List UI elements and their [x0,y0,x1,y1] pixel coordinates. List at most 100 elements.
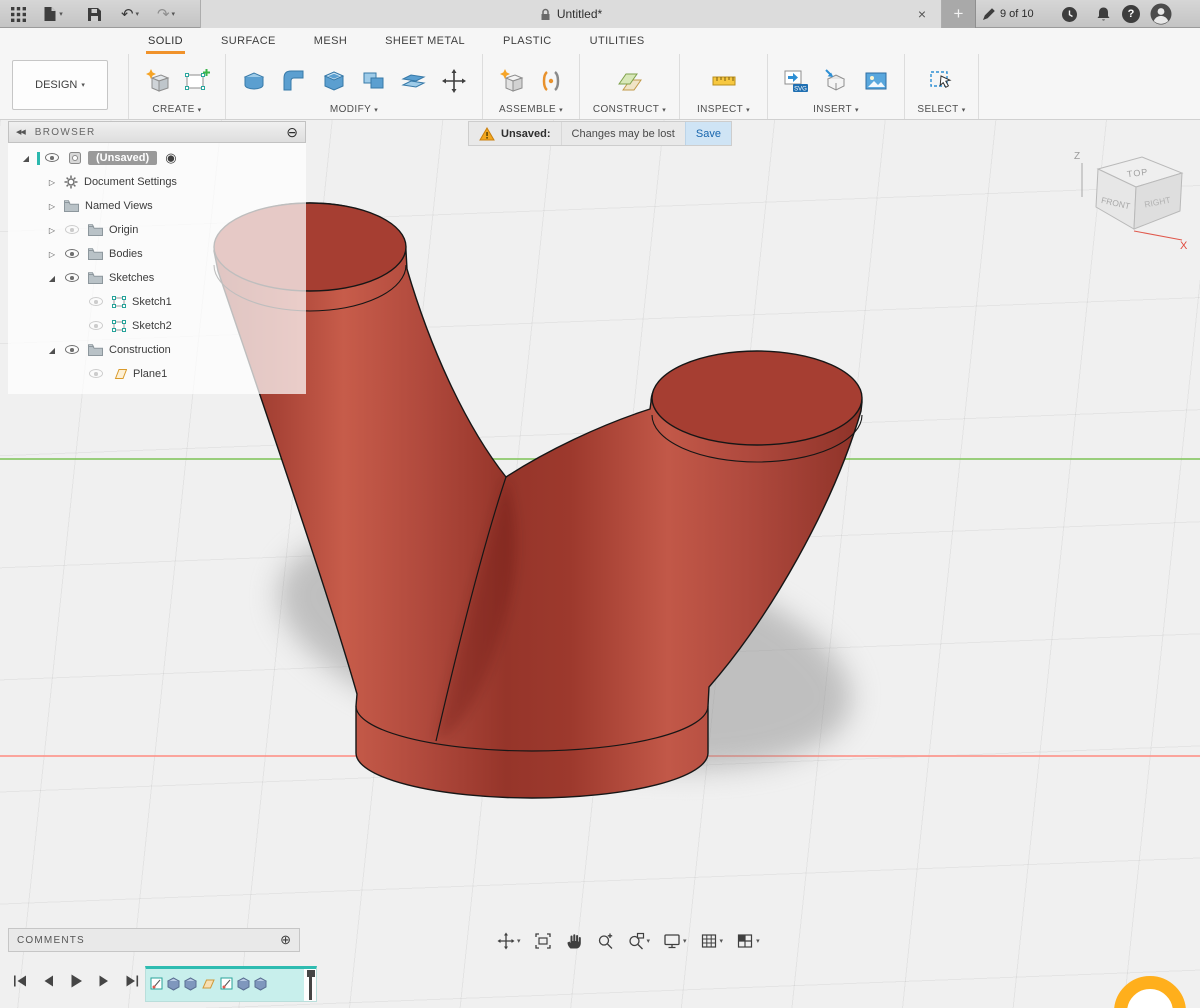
version-counter[interactable]: 9 of 10 [982,0,1034,28]
measure-button[interactable] [708,65,740,97]
job-status-button[interactable] [1056,0,1082,28]
view-cube-graphic[interactable]: Z TOP FRONT RIGHT X [1070,145,1194,253]
activate-component-radio[interactable]: ◉ [165,150,176,166]
construct-group-menu[interactable]: CONSTRUCT [592,104,667,119]
expander-collapsed-icon[interactable]: ▷ [44,178,60,187]
timeline-feature-extrude[interactable] [184,976,197,991]
expander-collapsed-icon[interactable]: ▷ [44,202,60,211]
app-grid-button[interactable] [6,0,30,28]
zoom-button[interactable] [596,932,614,950]
visibility-eye-icon[interactable] [44,152,60,164]
browser-item-document-settings[interactable]: ▷Document Settings [8,170,306,194]
tab-solid[interactable]: SOLID [146,30,185,54]
view-cube[interactable]: Z TOP FRONT RIGHT X [1070,145,1194,253]
browser-item-named-views[interactable]: ▷Named Views [8,194,306,218]
timeline-feature-sketch[interactable] [220,976,233,991]
visibility-eye-icon[interactable] [88,368,104,380]
assemble-group-menu[interactable]: ASSEMBLE [495,104,567,119]
step-forward-button[interactable] [97,974,111,993]
grid-snap-button[interactable] [700,932,724,950]
visibility-eye-icon[interactable] [88,296,104,308]
canvas-button[interactable] [860,65,892,97]
select-button[interactable] [926,65,958,97]
timeline-strip[interactable] [145,966,317,1002]
tool-group-select: SELECT [905,54,979,119]
comments-panel-bar[interactable]: COMMENTS ⊕ [8,928,300,952]
move-copy-button[interactable] [438,65,470,97]
right-cap-face[interactable] [652,351,862,445]
expander-collapsed-icon[interactable]: ▷ [44,250,60,259]
browser-item-sketch1[interactable]: Sketch1 [8,290,306,314]
new-component-button[interactable] [495,65,527,97]
step-back-button[interactable] [41,974,55,993]
create-sketch-button[interactable] [181,65,213,97]
browser-root-item[interactable]: ◢ (Unsaved) ◉ [8,146,306,170]
tab-sheet-metal[interactable]: SHEET METAL [383,30,467,54]
pan-button[interactable] [565,932,583,950]
help-button[interactable]: ? [1122,5,1140,23]
new-document-tab-button[interactable]: + [942,0,976,28]
browser-item-sketches[interactable]: ◢Sketches [8,266,306,290]
insert-mesh-button[interactable] [820,65,852,97]
create-solid-button[interactable] [141,65,173,97]
combine-button[interactable] [358,65,390,97]
construction-plane-button[interactable] [614,65,646,97]
browser-item-origin[interactable]: ▷Origin [8,218,306,242]
inspect-group-menu[interactable]: INSPECT [692,104,755,119]
fillet-button[interactable] [278,65,310,97]
play-button[interactable] [68,973,84,994]
zoom-window-button[interactable] [627,932,651,950]
expander-expanded-icon[interactable]: ◢ [44,274,60,283]
timeline-position-marker[interactable] [309,970,312,1000]
orbit-button[interactable] [497,932,521,950]
document-tab[interactable]: Untitled* × [200,0,942,28]
expander-expanded-icon[interactable]: ◢ [18,154,34,163]
minimize-browser-button[interactable]: ⊖ [286,125,298,139]
notifications-button[interactable] [1090,0,1116,28]
timeline-feature-sketch[interactable] [150,976,163,991]
visibility-eye-icon[interactable] [64,272,80,284]
joint-button[interactable] [535,65,567,97]
insert-svg-button[interactable]: SVG [780,65,812,97]
visibility-eye-icon[interactable] [64,344,80,356]
timeline-feature-extrude[interactable] [167,976,180,991]
redo-button[interactable]: ↷ [150,0,182,28]
select-group-menu[interactable]: SELECT [917,104,966,119]
save-link[interactable]: Save [685,122,731,145]
browser-item-sketch2[interactable]: Sketch2 [8,314,306,338]
file-menu-button[interactable] [36,0,70,28]
go-to-start-button[interactable] [12,974,28,993]
timeline-feature-extrude[interactable] [254,976,267,991]
viewports-button[interactable] [736,932,760,950]
modify-group-menu[interactable]: MODIFY [238,104,470,119]
visibility-eye-icon[interactable] [88,320,104,332]
display-settings-button[interactable] [663,932,687,950]
create-group-menu[interactable]: CREATE [141,104,213,119]
tab-surface[interactable]: SURFACE [219,30,278,54]
visibility-eye-icon[interactable] [64,248,80,260]
visibility-eye-icon[interactable] [64,224,80,236]
fit-view-button[interactable] [534,932,552,950]
design-menu-button[interactable]: DESIGN [12,60,108,110]
browser-item-bodies[interactable]: ▷Bodies [8,242,306,266]
expander-collapsed-icon[interactable]: ▷ [44,226,60,235]
go-to-end-button[interactable] [124,974,140,993]
tab-utilities[interactable]: UTILITIES [588,30,647,54]
collapse-panel-button[interactable]: ◀◀ [16,128,25,136]
shell-button[interactable] [318,65,350,97]
press-pull-button[interactable] [238,65,270,97]
offset-face-button[interactable] [398,65,430,97]
expander-expanded-icon[interactable]: ◢ [44,346,60,355]
browser-item-construction[interactable]: ◢Construction [8,338,306,362]
undo-button[interactable]: ↶ [114,0,146,28]
timeline-feature-extrude[interactable] [237,976,250,991]
timeline-feature-plane[interactable] [201,976,216,991]
browser-item-plane1[interactable]: Plane1 [8,362,306,386]
insert-group-menu[interactable]: INSERT [780,104,892,119]
expand-comments-button[interactable]: ⊕ [280,932,291,948]
tab-mesh[interactable]: MESH [312,30,349,54]
tab-plastic[interactable]: PLASTIC [501,30,554,54]
save-button[interactable] [82,0,106,28]
user-avatar[interactable] [1148,0,1174,28]
close-tab-button[interactable]: × [913,0,931,28]
